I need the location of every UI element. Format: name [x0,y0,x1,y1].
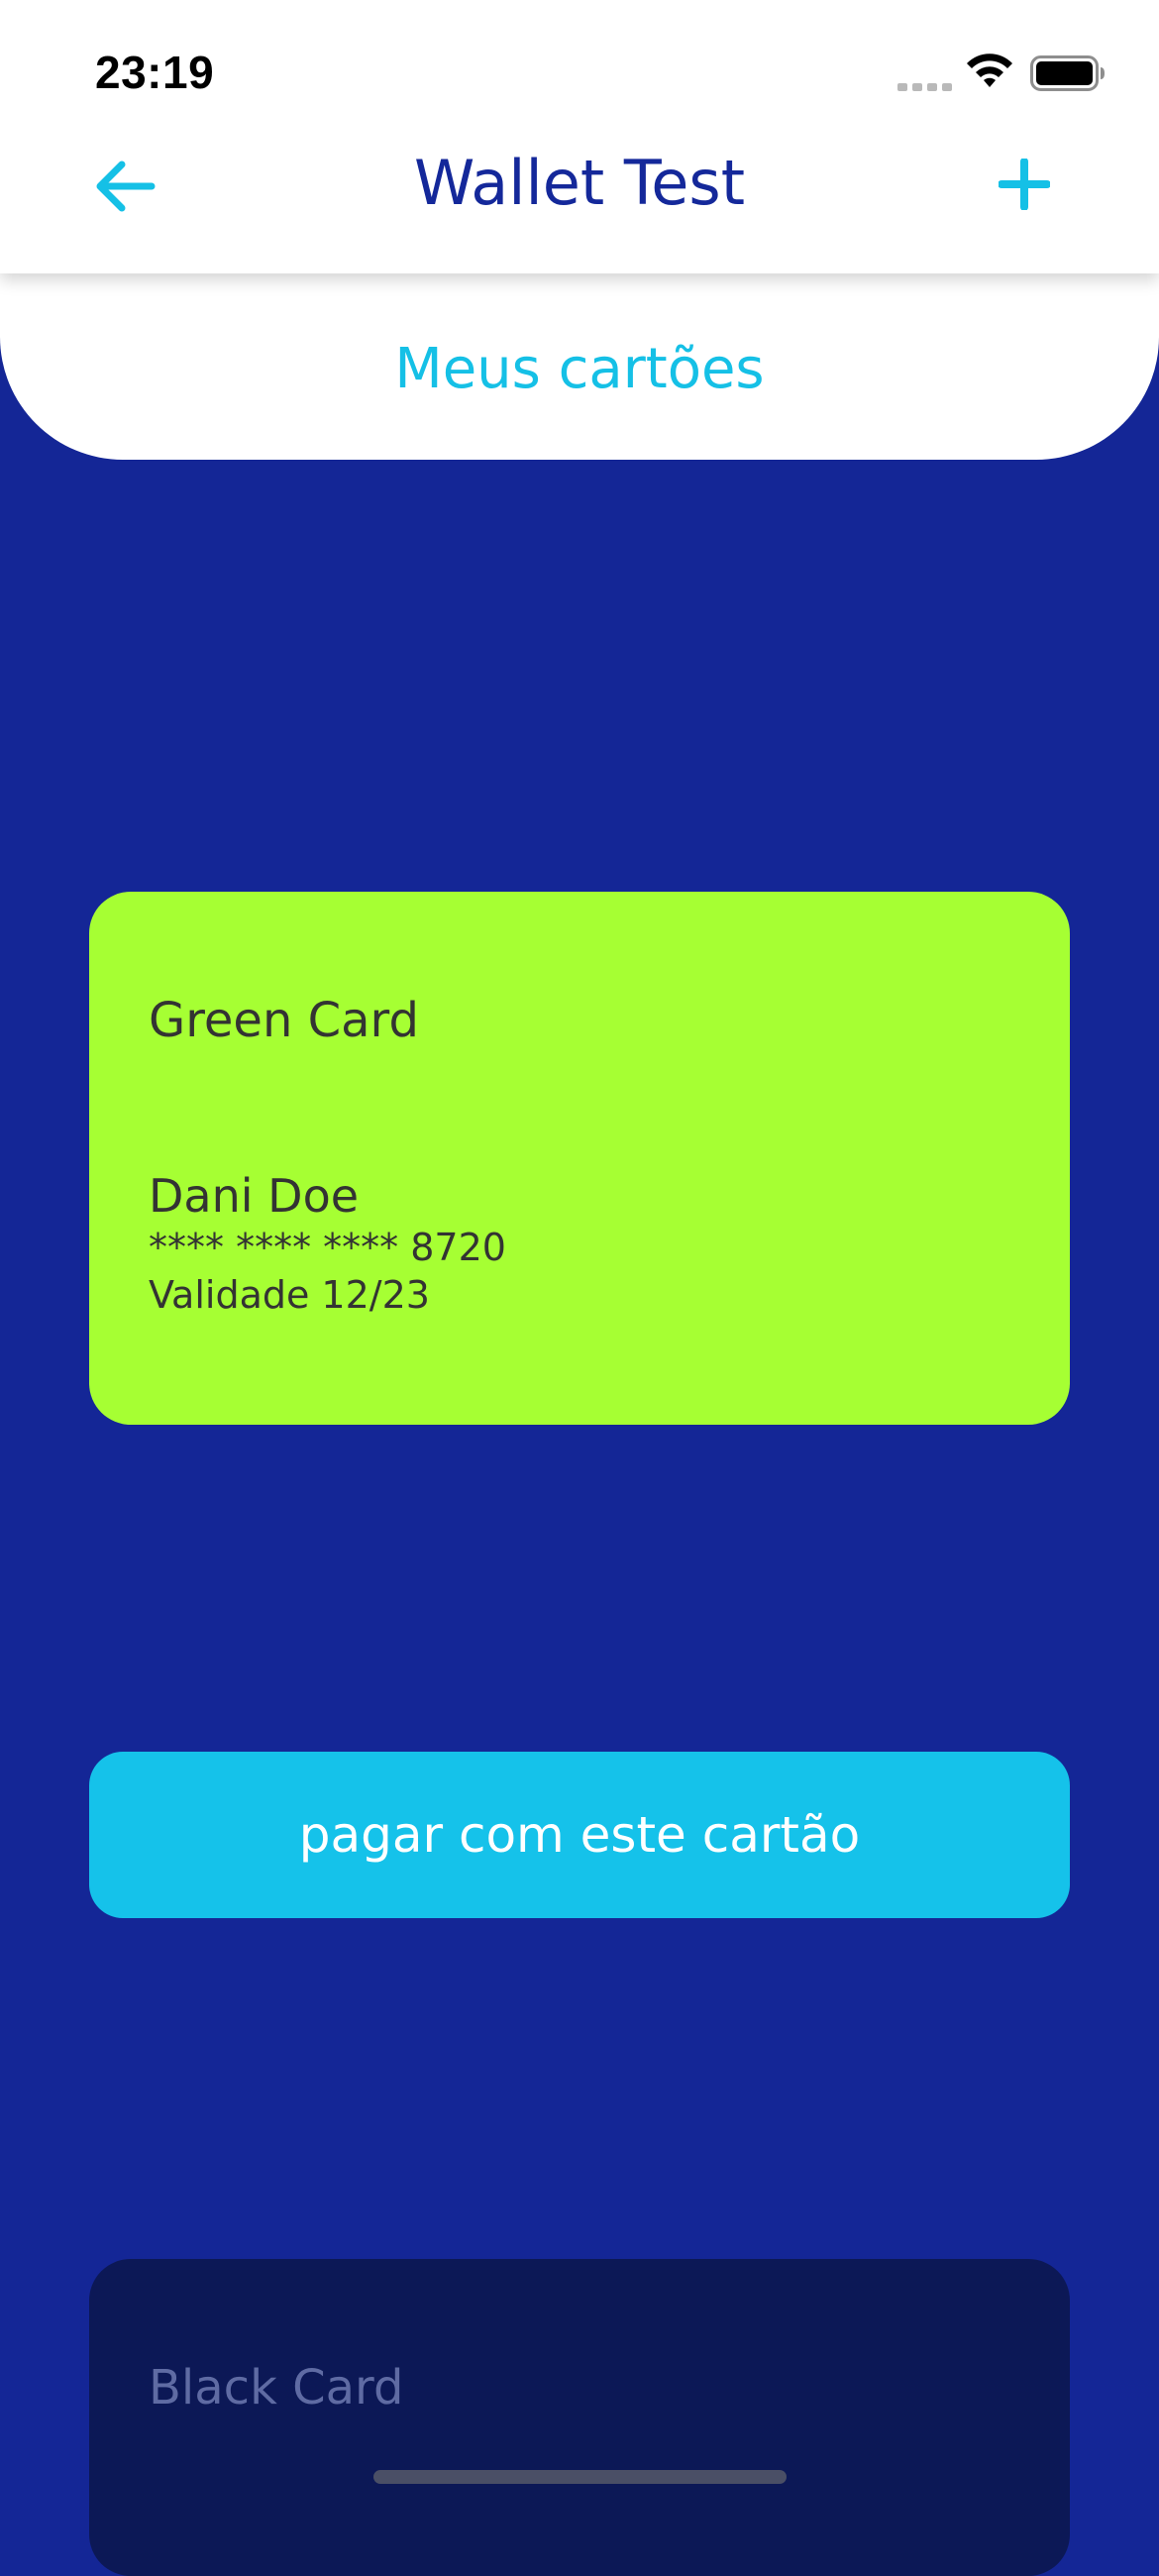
card-validity: Validade 12/23 [149,1273,430,1317]
black-card[interactable]: Black Card [89,2259,1070,2576]
battery-icon [1030,55,1105,91]
section-title: Meus cartões [394,337,765,401]
card-number: **** **** **** 8720 [149,1226,506,1269]
add-card-button[interactable] [985,145,1064,224]
card-name: Black Card [149,2360,404,2415]
wifi-icon [967,54,1012,87]
card-holder: Dani Doe [149,1169,360,1223]
home-indicator [373,2470,787,2484]
status-time: 23:19 [95,47,215,98]
green-card[interactable]: Green Card Dani Doe **** **** **** 8720 … [89,892,1070,1425]
app-header: 23:19 Wallet Test [0,0,1159,273]
card-name: Green Card [149,993,419,1048]
pay-with-card-button[interactable]: pagar com este cartão [89,1752,1070,1918]
signal-icon [897,83,952,91]
plus-icon [999,159,1050,210]
